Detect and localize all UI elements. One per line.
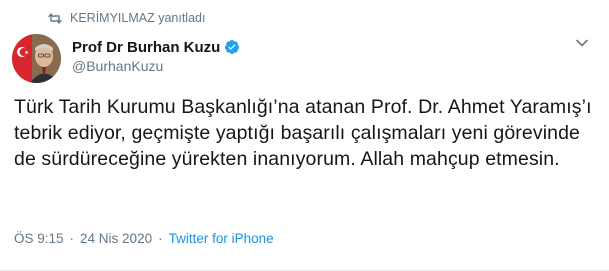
tweet-time[interactable]: ÖS 9:15 (14, 231, 64, 246)
meta-separator: · (69, 231, 75, 246)
retweet-icon (48, 12, 62, 24)
tweet-source-link[interactable]: Twitter for iPhone (169, 231, 274, 246)
verified-badge-icon (224, 39, 240, 55)
author-display-name[interactable]: Prof Dr Burhan Kuzu (72, 39, 220, 56)
chevron-down-icon[interactable] (575, 38, 589, 48)
author-handle[interactable]: @BurhanKuzu (72, 58, 240, 74)
author-block[interactable]: Prof Dr Burhan Kuzu @BurhanKuzu (72, 37, 240, 74)
tweet-meta: ÖS 9:15 · 24 Nis 2020 · Twitter for iPho… (14, 231, 274, 246)
meta-separator: · (158, 231, 163, 246)
retweet-label[interactable]: KERİMYILMAZ yanıtladı (70, 11, 205, 25)
tweet-text: Türk Tarih Kurumu Başkanlığı’na atanan P… (14, 96, 592, 170)
tweet-date[interactable]: 24 Nis 2020 (80, 231, 152, 246)
tweet-card[interactable]: KERİMYILMAZ yanıtladı Prof Dr Burhan Kuz… (0, 0, 609, 271)
retweet-context: KERİMYILMAZ yanıtladı (48, 10, 205, 26)
avatar[interactable] (12, 34, 61, 83)
